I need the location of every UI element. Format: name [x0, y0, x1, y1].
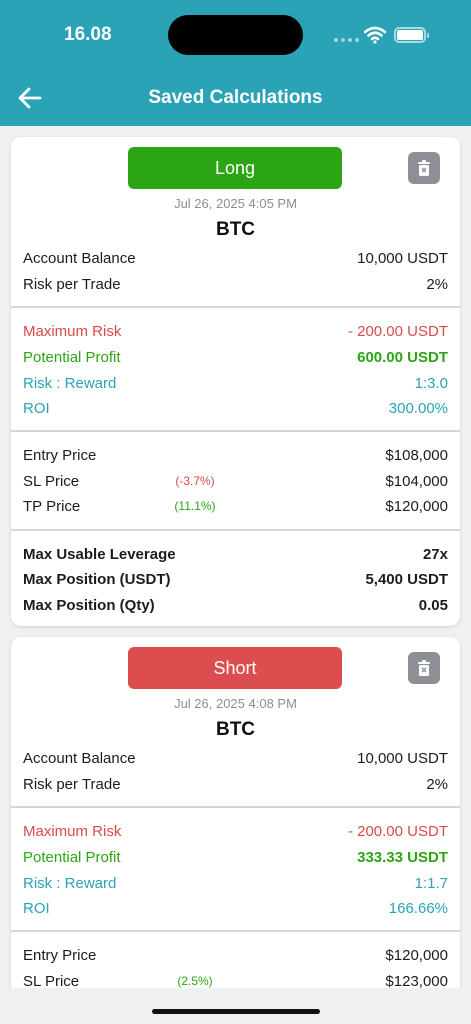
potential-profit-row: Potential Profit 600.00 USDT	[23, 349, 448, 366]
calculation-date: Jul 26, 2025 4:08 PM	[174, 696, 297, 711]
calculation-card: Short Jul 26, 2025 4:08 PM BTC Account B…	[11, 637, 460, 988]
account-balance-row: Account Balance 10,000 USDT	[23, 750, 448, 767]
cellular-signal-icon	[334, 38, 359, 42]
sl-percent: (2.5%)	[177, 974, 213, 988]
risk-reward-row: Risk : Reward 1:1.7	[23, 875, 448, 892]
divider	[11, 806, 460, 808]
maximum-risk-row: Maximum Risk - 200.00 USDT	[23, 323, 448, 340]
entry-price-row: Entry Price $108,000	[23, 447, 448, 464]
entry-price-row: Entry Price $120,000	[23, 947, 448, 964]
tp-price-row: TP Price (11.1%) $120,000	[23, 498, 448, 515]
wifi-icon	[364, 26, 386, 44]
dynamic-island	[168, 15, 303, 55]
max-position-qty-row: Max Position (Qty) 0.05	[23, 597, 448, 614]
direction-short-badge[interactable]: Short	[128, 647, 342, 689]
max-usable-leverage-row: Max Usable Leverage 27x	[23, 546, 448, 563]
potential-profit-row: Potential Profit 333.33 USDT	[23, 849, 448, 866]
trash-icon	[418, 660, 430, 676]
maximum-risk-row: Maximum Risk - 200.00 USDT	[23, 823, 448, 840]
home-indicator[interactable]	[152, 1009, 320, 1014]
sl-price-row: SL Price (2.5%) $123,000	[23, 973, 448, 988]
sl-percent: (-3.7%)	[175, 474, 215, 488]
max-position-usdt-row: Max Position (USDT) 5,400 USDT	[23, 571, 448, 588]
status-time: 16.08	[64, 24, 112, 45]
account-balance-row: Account Balance 10,000 USDT	[23, 250, 448, 267]
risk-per-trade-row: Risk per Trade 2%	[23, 276, 448, 293]
roi-row: ROI 300.00%	[23, 400, 448, 417]
sl-price-row: SL Price (-3.7%) $104,000	[23, 473, 448, 490]
divider	[11, 930, 460, 932]
nav-bar: Saved Calculations	[0, 70, 471, 126]
divider	[11, 529, 460, 531]
calculation-date: Jul 26, 2025 4:05 PM	[174, 196, 297, 211]
symbol-label: BTC	[215, 219, 256, 240]
status-bar: 16.08	[0, 0, 471, 70]
trash-icon	[418, 160, 430, 176]
divider	[11, 306, 460, 308]
tp-percent: (11.1%)	[174, 499, 216, 513]
risk-reward-row: Risk : Reward 1:3.0	[23, 375, 448, 392]
roi-row: ROI 166.66%	[23, 900, 448, 917]
saved-calculations-list[interactable]: Long Jul 26, 2025 4:05 PM BTC Account Ba…	[0, 126, 471, 988]
battery-icon	[394, 27, 429, 43]
symbol-label: BTC	[215, 719, 256, 740]
delete-button[interactable]	[408, 652, 440, 684]
calculation-card: Long Jul 26, 2025 4:05 PM BTC Account Ba…	[11, 137, 460, 626]
risk-per-trade-row: Risk per Trade 2%	[23, 776, 448, 793]
direction-long-badge[interactable]: Long	[128, 147, 342, 189]
divider	[11, 430, 460, 432]
page-title: Saved Calculations	[148, 87, 323, 108]
delete-button[interactable]	[408, 152, 440, 184]
